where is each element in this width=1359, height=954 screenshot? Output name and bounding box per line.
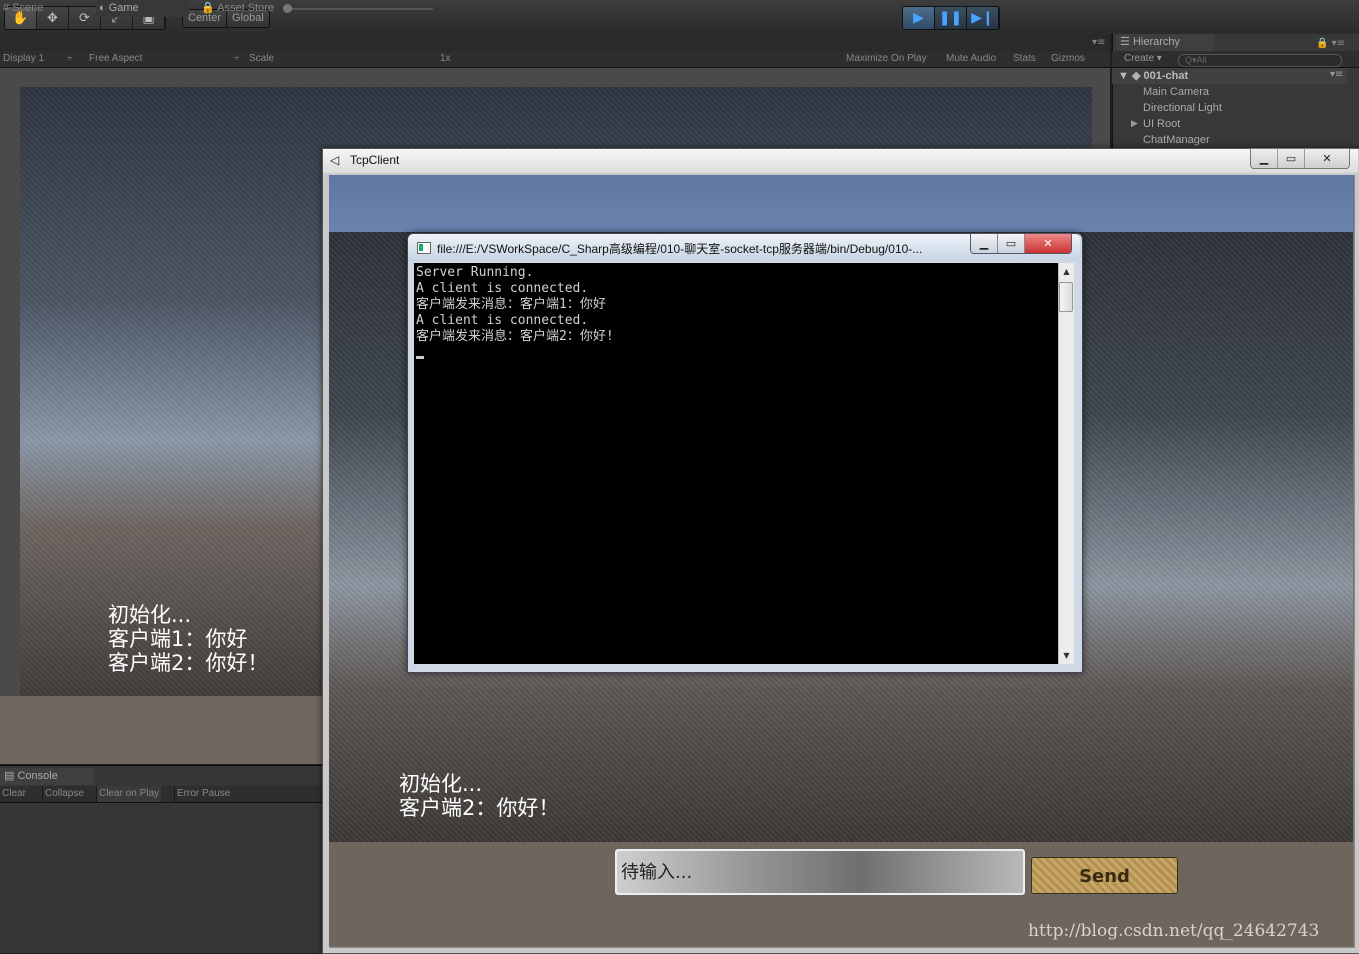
tcpclient-window-controls: ▁ ▭ ✕: [1250, 148, 1350, 169]
game-chat-line: 客户端1：你好: [108, 627, 248, 651]
game-chat-line: 初始化...: [108, 603, 192, 627]
maximize-icon[interactable]: ▭: [998, 234, 1025, 253]
chat-message-input[interactable]: 待输入...: [615, 849, 1025, 895]
scale-slider-track[interactable]: [285, 8, 433, 10]
tcpclient-title: TcpClient: [350, 153, 400, 167]
display-select[interactable]: Display 1: [3, 51, 44, 67]
create-dropdown[interactable]: Create ▾: [1124, 51, 1162, 67]
display-chevron-icon: ÷: [67, 53, 73, 64]
mute-audio-button[interactable]: Mute Audio: [946, 51, 996, 67]
server-console-scrollbar[interactable]: ▲ ▼: [1058, 263, 1074, 664]
minimize-icon[interactable]: ▁: [971, 234, 998, 253]
tab-scene[interactable]: # Scene: [0, 0, 91, 17]
server-console-text: Server Running. A client is connected. 客…: [416, 265, 614, 345]
game-chat-log: 初始化... 客户端1：你好 客户端2：你好！: [108, 603, 268, 675]
console-line: Server Running.: [416, 265, 534, 280]
aspect-chevron-icon: ÷: [234, 53, 240, 64]
unity-logo-icon: ◁: [330, 153, 340, 167]
scene-menu-icon[interactable]: ▾≡: [1330, 69, 1343, 80]
pause-button-icon[interactable]: ❚❚: [935, 7, 967, 29]
scale-value: 1x: [440, 53, 451, 64]
tcpclient-chat-log: 初始化... 客户端2：你好！: [399, 772, 559, 820]
minimize-icon[interactable]: ▁: [1251, 149, 1278, 168]
console-collapse-button[interactable]: Collapse: [42, 786, 86, 802]
tab-menu-icon[interactable]: ▾≡: [1092, 37, 1105, 48]
console-icon: ▤: [4, 770, 15, 782]
console-clear-button[interactable]: Clear: [0, 786, 28, 802]
play-button-icon[interactable]: ▶: [903, 7, 935, 29]
server-console-controls: ▁ ▭ ✕: [970, 233, 1072, 254]
tab-asset-store-label: Asset Store: [217, 2, 275, 14]
hierarchy-scene-root[interactable]: ▼ ◈ 001-chat: [1112, 68, 1347, 84]
maximize-on-play-button[interactable]: Maximize On Play: [846, 51, 927, 67]
game-chat-line: 客户端2：你好！: [108, 651, 269, 675]
game-view-bar: Display 1 ÷ Free Aspect ÷ Scale 1x Maxim…: [0, 51, 1110, 68]
hierarchy-title: Hierarchy: [1132, 36, 1181, 48]
lock-icon[interactable]: 🔒 ▾≡: [1316, 38, 1345, 49]
scrollbar-thumb[interactable]: [1059, 282, 1073, 312]
play-controls: ▶ ❚❚ ▶❙: [902, 6, 1000, 30]
console-line: 客户端发来消息：客户端2：你好!: [416, 329, 614, 344]
server-console-title: file:///E:/VSWorkSpace/C_Sharp高级编程/010-聊…: [437, 242, 923, 256]
search-icon: Q▾: [1185, 55, 1197, 65]
console-error-pause-button[interactable]: Error Pause: [174, 786, 232, 802]
console-app-icon: [417, 242, 431, 254]
hierarchy-item-ui-root[interactable]: UI Root: [1143, 116, 1180, 132]
text-cursor: [416, 356, 424, 359]
tcpclient-sky: [329, 175, 1353, 232]
close-icon[interactable]: ✕: [1305, 149, 1349, 168]
create-label: Create: [1124, 53, 1155, 64]
search-placeholder: All: [1196, 55, 1207, 65]
console-clear-on-play-button[interactable]: Clear on Play: [96, 786, 162, 802]
tab-game[interactable]: ◐ Game: [96, 0, 189, 17]
ui-root-expand-icon[interactable]: ▶: [1131, 116, 1138, 132]
tcp-chat-line: 初始化...: [399, 772, 483, 796]
scale-label: Scale: [249, 53, 275, 64]
console-title: Console: [17, 770, 58, 782]
tcp-chat-line: 客户端2：你好！: [399, 796, 560, 820]
close-icon[interactable]: ✕: [1025, 234, 1071, 253]
hierarchy-item-directional-light[interactable]: Directional Light: [1143, 100, 1222, 116]
console-toolbar: Clear Collapse Clear on Play Error Pause: [0, 786, 322, 803]
hierarchy-icon: ☰: [1120, 36, 1130, 48]
tcpclient-titlebar[interactable]: [323, 149, 1358, 173]
asset-store-icon: 🔒: [201, 2, 215, 14]
maximize-icon[interactable]: ▭: [1278, 149, 1305, 168]
scroll-up-icon[interactable]: ▲: [1059, 267, 1074, 276]
hierarchy-item-main-camera[interactable]: Main Camera: [1143, 84, 1209, 100]
game-tab-icon: ◐: [99, 2, 106, 14]
hierarchy-search-input[interactable]: Q▾All: [1178, 54, 1342, 67]
tab-scene-label: Scene: [12, 2, 44, 14]
unity-scene-icon: ◈: [1131, 70, 1141, 82]
scale-slider-handle[interactable]: [283, 4, 292, 13]
game-ground: [0, 696, 322, 764]
watermark: http://blog.csdn.net/qq_24642743: [1028, 921, 1320, 941]
send-button[interactable]: Send: [1031, 857, 1178, 894]
console-line: 客户端发来消息：客户端1：你好: [416, 297, 606, 312]
scene-name: 001-chat: [1143, 70, 1189, 82]
tab-game-label: Game: [108, 2, 139, 14]
gizmos-button[interactable]: Gizmos: [1051, 51, 1085, 67]
console-line: A client is connected.: [416, 313, 589, 328]
editor-tabs: [0, 34, 1110, 51]
tab-console[interactable]: ▤ Console: [0, 768, 94, 785]
stats-button[interactable]: Stats: [1013, 51, 1036, 67]
tab-hierarchy[interactable]: ☰ Hierarchy: [1116, 34, 1214, 51]
step-button-icon[interactable]: ▶❙: [967, 7, 999, 29]
aspect-select[interactable]: Free Aspect: [89, 51, 142, 67]
hierarchy-item-chatmanager[interactable]: ChatManager: [1143, 132, 1210, 148]
console-line: A client is connected.: [416, 281, 589, 296]
scene-tab-icon: #: [3, 2, 10, 14]
expand-arrow-icon: ▼: [1118, 70, 1129, 82]
scroll-down-icon[interactable]: ▼: [1059, 651, 1074, 660]
